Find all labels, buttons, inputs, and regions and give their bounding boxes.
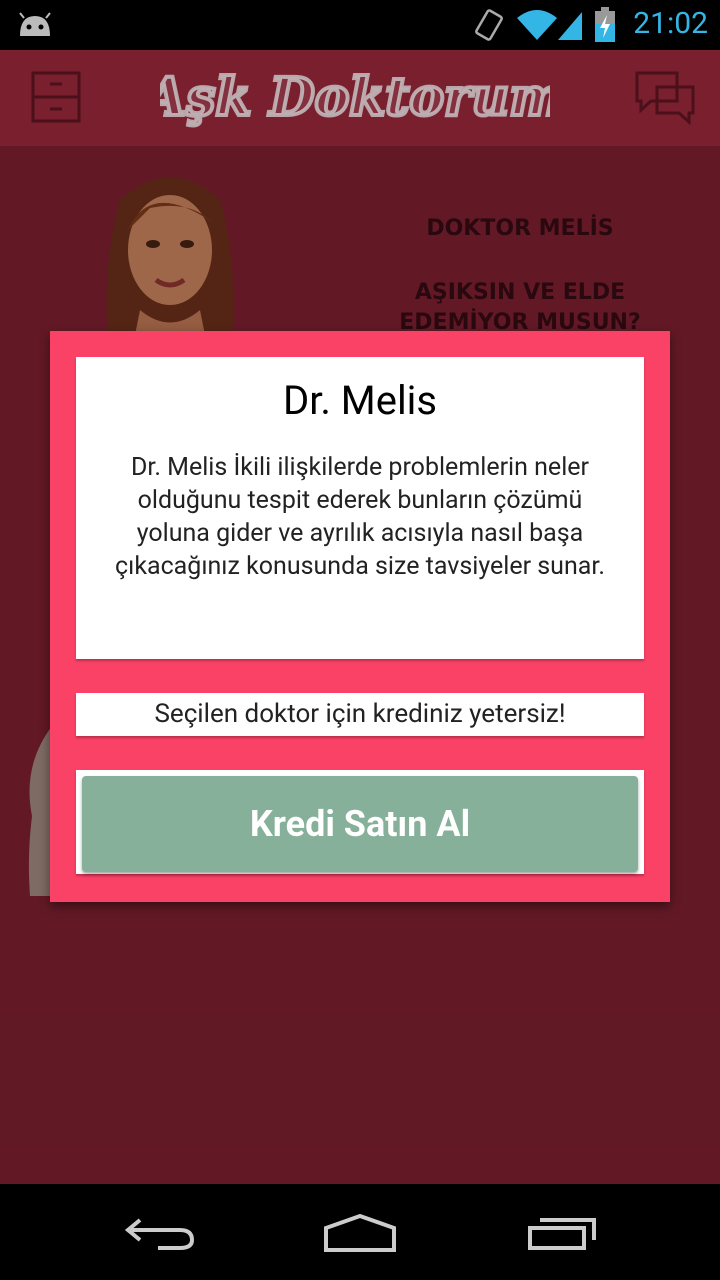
buy-credit-button[interactable]: Kredi Satın Al (82, 776, 638, 872)
android-debug-icon (19, 12, 51, 36)
battery-charging-icon (595, 7, 615, 42)
dialog-title: Dr. Melis (282, 377, 438, 424)
wifi-icon (517, 10, 557, 40)
status-time: 21:02 (633, 6, 708, 41)
app-bar: Aşk Doktorum (0, 50, 720, 148)
signal-icon (558, 12, 582, 40)
dialog-description: Dr. Melis İkili ilişkilerde problemlerin… (115, 453, 605, 581)
app-logo-text: Aşk Doktorum (160, 67, 550, 128)
buy-button-container: Kredi Satın Al (76, 770, 644, 874)
insufficient-credit-message: Seçilen doktor için krediniz yetersiz! (76, 693, 644, 736)
back-icon[interactable] (124, 1212, 196, 1252)
chat-icon[interactable] (634, 70, 696, 126)
app-logo: Aşk Doktorum (160, 65, 550, 130)
recent-apps-icon[interactable] (526, 1214, 598, 1252)
drawer-menu-icon[interactable] (30, 70, 84, 126)
vibrate-icon (475, 9, 503, 41)
home-icon[interactable] (322, 1214, 398, 1254)
status-bar: 21:02 (0, 0, 720, 50)
credit-dialog: Dr. Melis Dr. Melis İkili ilişkilerde pr… (50, 331, 670, 902)
doctor-info-card: Dr. Melis Dr. Melis İkili ilişkilerde pr… (76, 357, 644, 659)
navigation-bar (0, 1184, 720, 1280)
